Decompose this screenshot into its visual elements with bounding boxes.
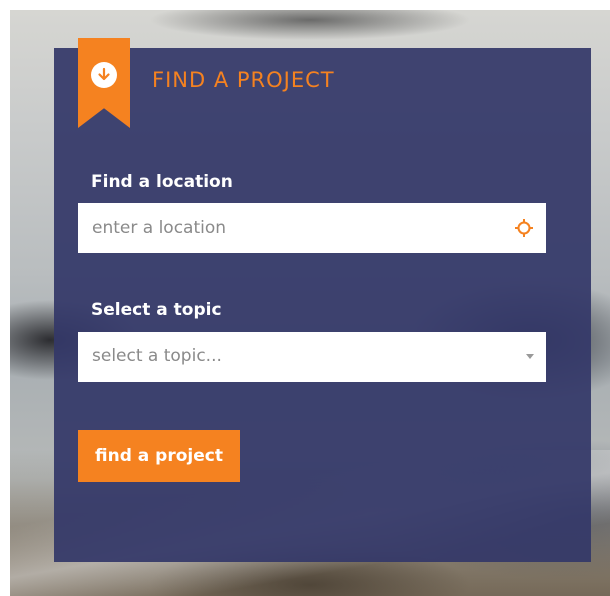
caret-down-icon — [526, 354, 534, 359]
location-label: Find a location — [91, 172, 233, 192]
arrow-down-circle-icon — [91, 62, 117, 88]
topic-select[interactable]: select a topic... — [78, 332, 546, 382]
find-project-button[interactable]: find a project — [78, 430, 240, 482]
page: FIND A PROJECT Find a location Select a … — [0, 0, 610, 596]
panel-title: FIND A PROJECT — [152, 68, 335, 92]
crosshair-icon[interactable] — [514, 218, 534, 238]
topic-selected-value: select a topic... — [92, 346, 222, 366]
location-field[interactable] — [78, 203, 546, 253]
topic-label: Select a topic — [91, 300, 222, 320]
location-input[interactable] — [92, 203, 492, 253]
